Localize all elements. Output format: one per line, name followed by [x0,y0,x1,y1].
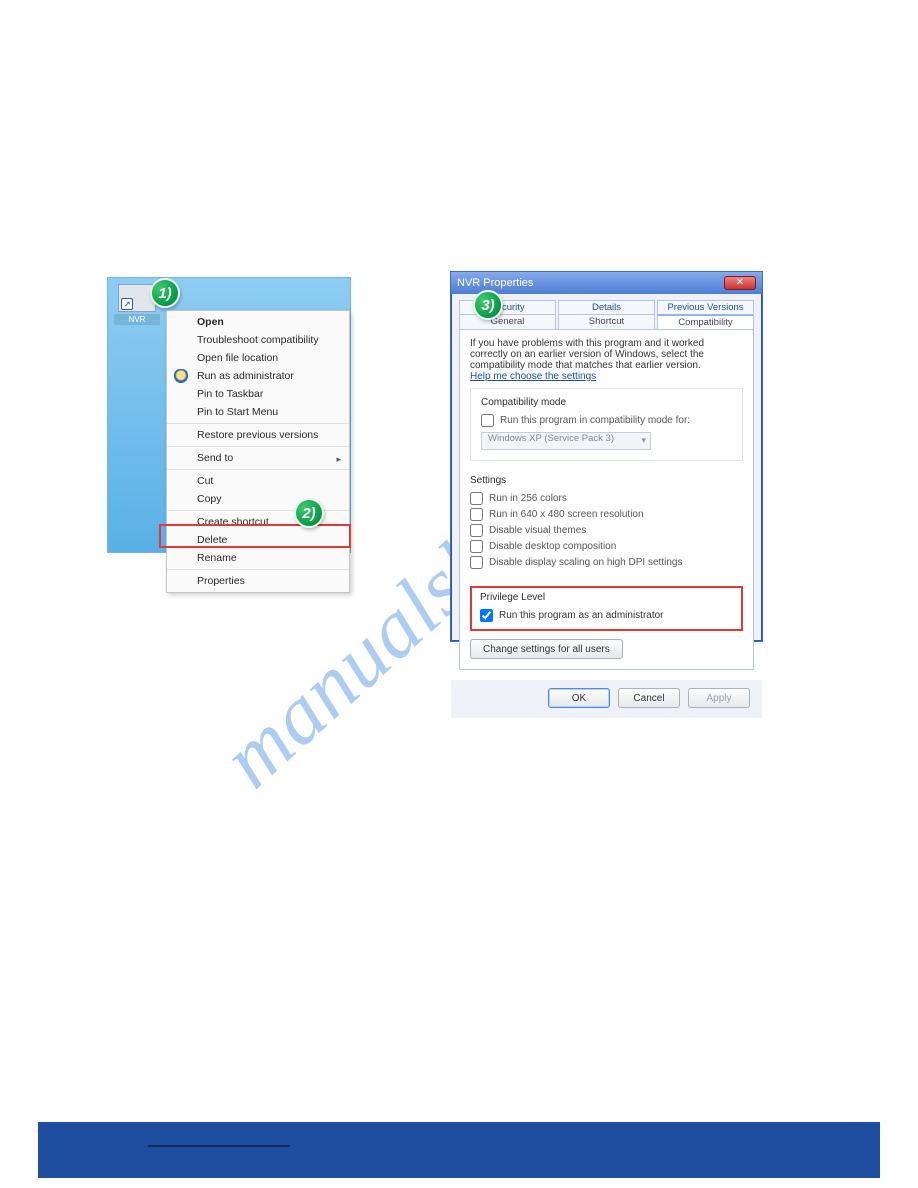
tab-details[interactable]: Details [558,300,655,314]
group-compat-mode: Compatibility mode Run this program in c… [470,388,743,461]
shield-icon [174,369,188,383]
chk-run-as-admin-box[interactable] [480,609,493,622]
ctx-open-file-location[interactable]: Open file location [167,349,349,367]
chk-dpi-scaling[interactable]: Disable display scaling on high DPI sett… [470,554,733,570]
close-button[interactable]: ✕ [724,276,756,290]
chk-640x480[interactable]: Run in 640 x 480 screen resolution [470,506,733,522]
ctx-rename[interactable]: Rename [167,549,349,567]
group-title-privilege: Privilege Level [480,592,733,603]
cancel-button[interactable]: Cancel [618,688,680,708]
tab-pane-compatibility: If you have problems with this program a… [459,329,754,670]
ctx-properties[interactable]: Properties [167,572,349,590]
chk-256-box[interactable] [470,492,483,505]
shortcut-label: NVR [114,314,160,325]
chk-256-colors[interactable]: Run in 256 colors [470,490,733,506]
step-badge-2: 2) [294,498,324,528]
tab-strip: Security Details Previous Versions Gener… [459,300,754,329]
ctx-send-to-label: Send to [197,452,233,464]
change-all-users-button[interactable]: Change settings for all users [470,639,623,659]
tab-general[interactable]: General [459,314,556,329]
ctx-restore-prev[interactable]: Restore previous versions [167,426,349,444]
ctx-pin-taskbar[interactable]: Pin to Taskbar [167,385,349,403]
chk-640-box[interactable] [470,508,483,521]
page-footer-bar [38,1122,880,1178]
apply-button[interactable]: Apply [688,688,750,708]
chk-comp-box[interactable] [470,540,483,553]
chk-desktop-composition[interactable]: Disable desktop composition [470,538,733,554]
ctx-open[interactable]: Open [167,313,349,331]
chk-640-label: Run in 640 x 480 screen resolution [489,509,644,520]
chk-comp-label: Disable desktop composition [489,541,616,552]
step-badge-1: 1) [150,278,180,308]
dialog-footer: OK Cancel Apply [451,680,762,718]
properties-dialog: NVR Properties ✕ Security Details Previo… [450,271,763,642]
menu-separator [167,469,349,470]
shortcut-arrow-icon: ↗ [121,298,133,310]
tab-shortcut[interactable]: Shortcut [558,314,655,329]
menu-separator [167,423,349,424]
tab-previous-versions[interactable]: Previous Versions [657,300,754,314]
chk-compat-mode-box[interactable] [481,414,494,427]
chk-dpi-label: Disable display scaling on high DPI sett… [489,557,682,568]
tab-compatibility[interactable]: Compatibility [657,314,754,329]
submenu-arrow-icon: ▸ [336,453,341,466]
step-badge-3: 3) [473,290,503,320]
compat-mode-combo[interactable]: Windows XP (Service Pack 3) [481,432,651,450]
footer-underline [148,1141,290,1147]
menu-separator [167,446,349,447]
chk-dpi-box[interactable] [470,556,483,569]
ok-button[interactable]: OK [548,688,610,708]
ctx-cut[interactable]: Cut [167,472,349,490]
group-settings: Settings Run in 256 colors Run in 640 x … [470,467,743,580]
ctx-pin-start[interactable]: Pin to Start Menu [167,403,349,421]
menu-separator [167,569,349,570]
chk-run-as-admin[interactable]: Run this program as an administrator [480,607,733,623]
compat-intro-text: If you have problems with this program a… [470,338,743,371]
chk-themes-box[interactable] [470,524,483,537]
privilege-level-highlight: Privilege Level Run this program as an a… [470,586,743,631]
ctx-run-as-admin-label: Run as administrator [197,370,294,382]
chk-visual-themes[interactable]: Disable visual themes [470,522,733,538]
ctx-send-to[interactable]: Send to ▸ [167,449,349,467]
chk-compat-mode-label: Run this program in compatibility mode f… [500,415,690,426]
group-title-compat: Compatibility mode [481,397,732,408]
chk-themes-label: Disable visual themes [489,525,586,536]
help-choose-settings-link[interactable]: Help me choose the settings [470,371,743,382]
dialog-titlebar[interactable]: NVR Properties ✕ [451,272,762,294]
chk-256-label: Run in 256 colors [489,493,567,504]
chk-run-as-admin-label: Run this program as an administrator [499,610,664,621]
ctx-delete[interactable]: Delete [167,531,349,549]
chk-compat-mode[interactable]: Run this program in compatibility mode f… [481,412,732,428]
ctx-run-as-admin[interactable]: Run as administrator [167,367,349,385]
group-title-settings: Settings [470,475,733,486]
context-menu: Open Troubleshoot compatibility Open fil… [166,310,350,593]
ctx-troubleshoot[interactable]: Troubleshoot compatibility [167,331,349,349]
dialog-title: NVR Properties [457,277,533,289]
